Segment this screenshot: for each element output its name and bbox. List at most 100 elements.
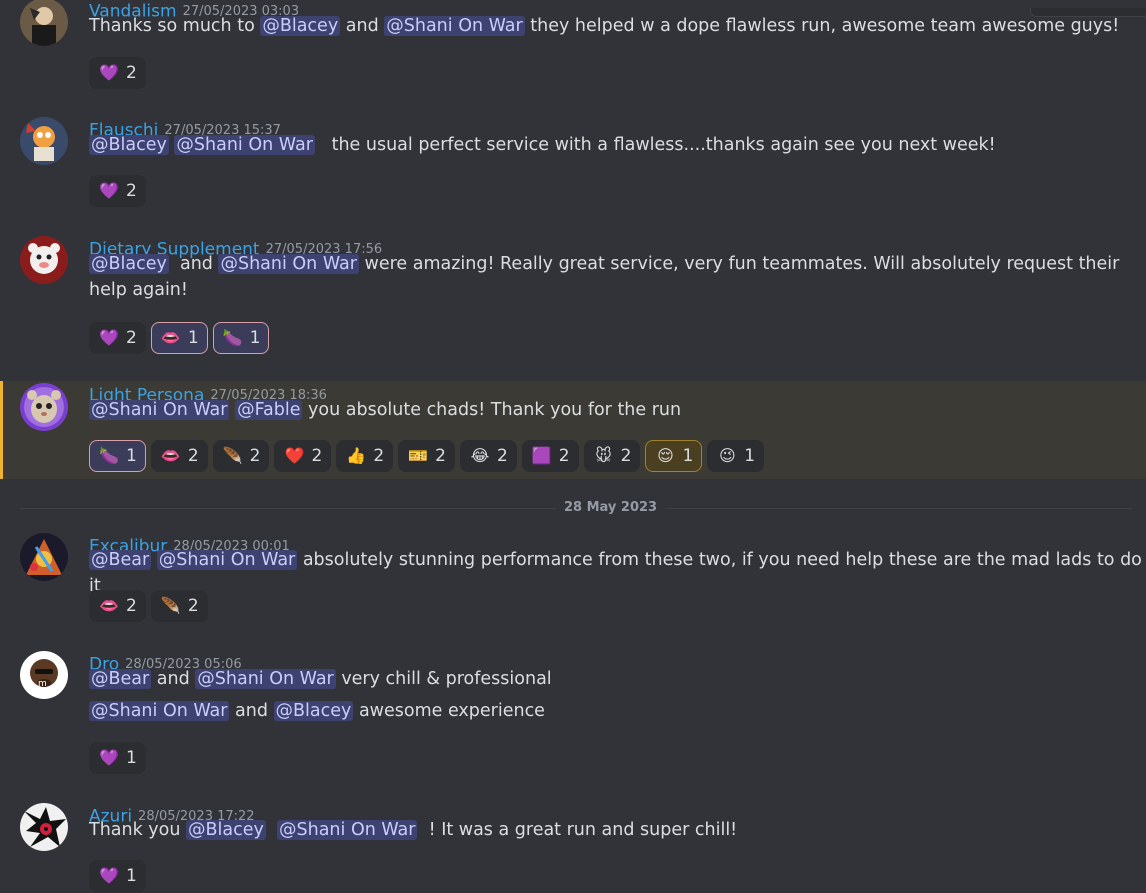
reaction-count: 2	[435, 446, 446, 466]
message-content: @Blacey @Shani On War the usual perfect …	[89, 132, 996, 158]
reaction-button[interactable]: 😌 1	[645, 440, 703, 472]
reaction-button[interactable]: 🪶 2	[150, 590, 208, 622]
user-mention[interactable]: @Blacey	[89, 254, 169, 274]
message-text	[266, 820, 277, 840]
reaction-count: 2	[620, 446, 632, 466]
reaction-button[interactable]: 💜 2	[89, 175, 146, 207]
reaction-bar: 💜 1	[89, 742, 146, 774]
user-mention[interactable]: @Shani On War	[218, 254, 359, 274]
user-mention[interactable]: @Shani On War	[174, 135, 315, 155]
message-content: @Shani On War @Fable you absolute chads!…	[89, 397, 681, 423]
message: Azuri 28/05/2023 17:22 Thank you @Blacey @…	[0, 803, 1146, 893]
reaction-count: 2	[496, 446, 508, 466]
avatar[interactable]: m	[20, 651, 68, 699]
user-mention[interactable]: @Shani On War	[89, 701, 230, 721]
user-mention[interactable]: @Shani On War	[89, 400, 230, 420]
reaction-button[interactable]: 🍆 1	[89, 440, 146, 472]
message-text: ! It was a great run and super chill!	[417, 820, 738, 840]
reaction-emoji-icon: 💜	[99, 181, 119, 200]
reaction-emoji-icon: 👄	[99, 596, 119, 615]
avatar[interactable]	[20, 383, 68, 431]
reaction-count: 2	[187, 596, 199, 616]
message-text: the usual perfect service with a flawles…	[314, 135, 996, 155]
reaction-button[interactable]: 😂 2	[459, 440, 517, 472]
message-text: Thanks so much to	[89, 16, 261, 36]
reaction-button[interactable]: 👄 2	[89, 590, 146, 622]
reaction-emoji-icon: 🐭	[595, 446, 612, 465]
reaction-emoji-icon: ❤️	[284, 446, 305, 465]
reaction-emoji-icon: 🍆	[222, 328, 243, 347]
reaction-count: 1	[744, 446, 756, 466]
reaction-count: 2	[126, 181, 137, 201]
user-mention[interactable]: @Shani On War	[277, 820, 418, 840]
avatar[interactable]	[20, 117, 68, 165]
svg-text:m: m	[38, 679, 47, 689]
reaction-button[interactable]: 🐭 2	[583, 440, 641, 472]
message-content: @Bear and @Shani On War very chill & pro…	[89, 666, 552, 692]
reaction-emoji-icon: 🪶	[222, 446, 243, 465]
reaction-count: 2	[249, 446, 261, 466]
message: m Dro 28/05/2023 05:06 @Bear and @Shani On …	[0, 651, 1146, 774]
message-text: you absolute chads! Thank you for the ru…	[302, 400, 682, 420]
reaction-button[interactable]: 🍆 1	[212, 322, 270, 354]
reaction-button[interactable]: 💜 2	[89, 57, 146, 89]
reaction-count: 2	[187, 446, 199, 466]
reaction-emoji-icon: 👍	[346, 446, 367, 465]
reaction-button[interactable]: 😉 1	[707, 440, 765, 472]
reaction-bar: 💜 1	[89, 860, 146, 892]
user-mention[interactable]: @Shani On War	[384, 16, 525, 36]
user-mention[interactable]: @Blacey	[260, 16, 341, 36]
message: Light Persona 27/05/2023 18:36 @Shani On W…	[0, 381, 1146, 479]
message-content: Thanks so much to @Blacey and @Shani On …	[89, 13, 1119, 39]
avatar[interactable]	[20, 803, 68, 851]
user-mention[interactable]: @Blacey	[273, 701, 354, 721]
avatar[interactable]	[20, 0, 68, 46]
reaction-count: 2	[126, 63, 137, 83]
reaction-emoji-icon: 🪶	[160, 596, 181, 615]
reaction-bar: 👄 2 🪶 2	[89, 590, 208, 622]
reaction-button[interactable]: 💜 1	[89, 742, 146, 774]
message: Vandalism 27/05/2023 03:03 Thanks so much …	[0, 0, 1146, 89]
user-mention[interactable]: @Blacey	[186, 820, 266, 840]
reaction-button[interactable]: 👍 2	[336, 440, 394, 472]
reaction-count: 2	[558, 446, 570, 466]
reaction-button[interactable]: 👄 1	[150, 322, 208, 354]
reaction-count: 1	[126, 866, 137, 886]
avatar[interactable]	[20, 533, 68, 581]
reaction-count: 1	[187, 328, 199, 348]
message-content: @Shani On War and @Blacey awesome experi…	[89, 698, 545, 724]
reaction-bar: 💜 2 👄 1 🍆 1	[89, 322, 270, 354]
user-mention[interactable]: @Fable	[235, 400, 303, 420]
date-divider-label: 28 May 2023	[556, 500, 666, 515]
user-mention[interactable]: @Shani On War	[156, 550, 298, 570]
reaction-count: 2	[311, 446, 323, 466]
reaction-count: 1	[249, 328, 261, 348]
reaction-bar: 💜 2	[89, 175, 146, 207]
message: Dietary Supplement 27/05/2023 17:56 @Blace…	[0, 236, 1146, 356]
reaction-button[interactable]: 👄 2	[150, 440, 208, 472]
reaction-emoji-icon: 😉	[718, 446, 736, 465]
reaction-emoji-icon: 😌	[657, 446, 674, 465]
reaction-bar: 🍆 1 👄 2 🪶 2 ❤️ 2 👍 2 🎫 2 😂 2 🟪 2 🐭 2 😌 1 😉 1	[89, 440, 765, 472]
reaction-button[interactable]: ❤️ 2	[274, 440, 332, 472]
message-text: very chill & professional	[335, 669, 552, 689]
reaction-button[interactable]: 🪶 2	[212, 440, 270, 472]
reaction-button[interactable]: 🎫 2	[398, 440, 455, 472]
user-mention[interactable]: @Blacey	[89, 135, 169, 155]
message-content: @Blacey and @Shani On War were amazing! …	[89, 251, 1129, 303]
user-mention[interactable]: @Bear	[89, 669, 152, 689]
user-mention[interactable]: @Shani On War	[195, 669, 336, 689]
user-mention[interactable]: @Bear	[89, 550, 152, 570]
reaction-button[interactable]: 💜 1	[89, 860, 146, 892]
message: Excalibur 28/05/2023 00:01 @Bear @Shani On…	[0, 533, 1146, 633]
reaction-emoji-icon: 😂	[470, 446, 490, 465]
reaction-button[interactable]: 🟪 2	[521, 440, 579, 472]
reaction-bar: 💜 2	[89, 57, 146, 89]
reaction-button[interactable]: 💜 2	[89, 322, 146, 354]
reaction-emoji-icon: 👄	[160, 328, 181, 347]
reaction-emoji-icon: 🎫	[408, 446, 429, 465]
reaction-count: 2	[373, 446, 385, 466]
reaction-emoji-icon: 💜	[99, 63, 119, 82]
reaction-emoji-icon: 👄	[160, 446, 181, 465]
avatar[interactable]	[20, 236, 68, 284]
